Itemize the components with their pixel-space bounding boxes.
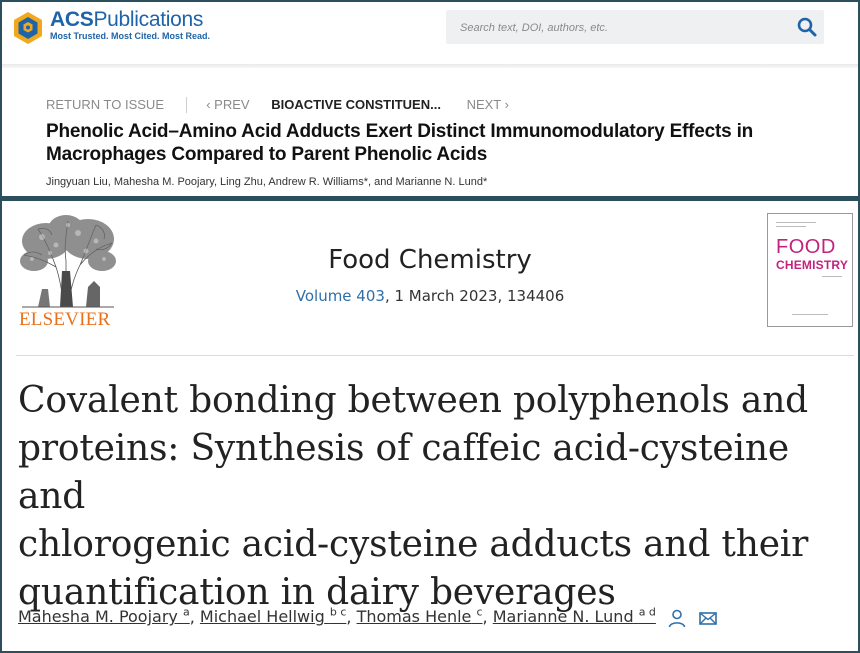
volume-details: , 1 March 2023, 134406 [384,287,565,305]
acs-title-line: Macrophages Compared to Parent Phenolic … [46,144,488,165]
return-to-issue-link[interactable]: RETURN TO ISSUE [46,97,164,112]
author-separator: , [482,607,488,627]
search-icon[interactable] [796,16,818,38]
acs-header: ACSPublications Most Trusted. Most Cited… [2,2,858,64]
cover-rule [822,276,842,277]
author-link[interactable]: Marianne N. Lund a d [492,606,656,627]
article-title: Covalent bonding between polyphenols and… [18,377,848,617]
acs-tagline: Most Trusted. Most Cited. Most Read. [50,31,211,41]
envelope-icon[interactable] [698,608,718,628]
header-divider [2,64,858,68]
author-list: Mahesha M. Poojary a, Michael Hellwig b … [18,606,718,628]
acs-hexagon-logo-icon[interactable] [10,10,46,46]
nav-separator [185,96,187,113]
journal-cover-thumbnail[interactable]: FOOD CHEMISTRY [767,213,853,327]
acs-article-title: Phenolic Acid–Amino Acid Adducts Exert D… [46,120,856,166]
section-divider [16,355,854,356]
author-separator: , [189,607,195,627]
author-name: Michael Hellwig [199,607,325,627]
affiliation-sup[interactable]: a d [639,606,656,619]
acs-brand-rest: Publications [93,8,204,31]
current-section-label[interactable]: BIOACTIVE CONSTITUEN... [271,97,441,112]
author-link[interactable]: Mahesha M. Poojary a [18,606,190,627]
cover-rule [792,314,828,315]
affiliation-sup[interactable]: b c [330,606,347,619]
cover-rule [776,226,806,227]
acs-article-panel: ACSPublications Most Trusted. Most Cited… [0,0,860,198]
cover-chemistry-text: CHEMISTRY [776,258,849,272]
title-line: proteins: Synthesis of caffeic acid-cyst… [18,428,789,517]
cover-food-text: FOOD [776,236,836,258]
author-name: Marianne N. Lund [492,607,634,627]
elsevier-wordmark[interactable]: ELSEVIER [19,309,110,331]
next-link[interactable]: NEXT › [467,97,509,112]
issue-navigation: RETURN TO ISSUE ‹ PREV BIOACTIVE CONSTIT… [46,96,509,113]
author-link[interactable]: Michael Hellwig b c [199,606,347,627]
person-icon[interactable] [667,608,687,628]
title-line: Covalent bonding between polyphenols and [18,380,809,421]
author-link[interactable]: Thomas Henle c [356,606,483,627]
search-input[interactable] [458,10,782,46]
acs-title-line: Phenolic Acid–Amino Acid Adducts Exert D… [46,121,754,142]
elsevier-article-panel: ELSEVIER Food Chemistry Volume 403, 1 Ma… [0,198,860,653]
author-name: Mahesha M. Poojary [18,607,178,627]
affiliation-sup[interactable]: a [183,606,190,619]
author-separator: , [346,607,352,627]
journal-title[interactable]: Food Chemistry [2,245,858,275]
acs-author-list[interactable]: Jingyuan Liu, Mahesha M. Poojary, Ling Z… [46,176,487,188]
title-line: chlorogenic acid-cysteine adducts and th… [18,524,809,565]
acs-brand[interactable]: ACSPublications Most Trusted. Most Cited… [50,8,210,41]
prev-link[interactable]: ‹ PREV [206,97,249,112]
cover-rule [776,222,816,223]
author-name: Thomas Henle [356,607,472,627]
volume-link[interactable]: Volume 403 [296,287,385,305]
acs-brand-bold: ACS [50,8,94,31]
search-bar [446,10,824,46]
journal-volume-line: Volume 403, 1 March 2023, 134406 [2,287,858,305]
